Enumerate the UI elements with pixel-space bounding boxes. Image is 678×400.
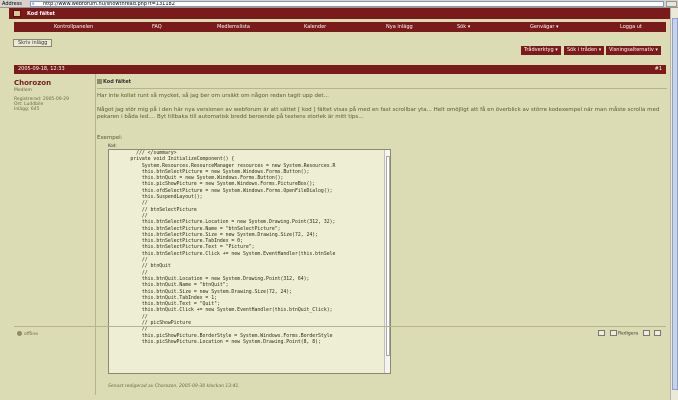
nav-shortcuts[interactable]: Genvägar ▾ bbox=[530, 24, 559, 30]
example-label: Exempel: bbox=[97, 135, 123, 141]
code-content: /// </summary> private void InitializeCo… bbox=[130, 151, 336, 345]
code-label: Kod: bbox=[108, 143, 117, 148]
author-panel: Chorozon Medlem Registrerad: 2005-09-29 … bbox=[14, 79, 94, 112]
forum-page: Kod fältet Kontrollpanelen FAQ Medlemsli… bbox=[9, 8, 670, 400]
post-divider bbox=[97, 88, 667, 89]
author-rank: Medlem bbox=[14, 88, 32, 93]
browser-address-bar: Address e http://www.webforum.nu/showthr… bbox=[0, 0, 678, 8]
code-scrollbar[interactable] bbox=[384, 150, 390, 373]
edited-note: Senast redigerad av Chorozon, 2005-09-30… bbox=[108, 384, 240, 389]
display-options-menu[interactable]: Visningsalternativ ▾ bbox=[606, 46, 661, 55]
search-thread-menu[interactable]: Sök i tråden ▾ bbox=[564, 46, 605, 55]
reply-button[interactable]: Skriv inlägg bbox=[13, 39, 53, 47]
post-number[interactable]: #1 bbox=[655, 65, 662, 73]
url-field[interactable]: e http://www.webforum.nu/showthread.php?… bbox=[30, 1, 664, 7]
edit-button[interactable]: Redigera bbox=[618, 332, 638, 337]
forum-title-bar: Kod fältet bbox=[9, 8, 670, 19]
page-title: Kod fältet bbox=[27, 11, 55, 17]
nav-search[interactable]: Sök ▾ bbox=[457, 24, 470, 30]
post-icon bbox=[97, 79, 102, 84]
edit-icon[interactable] bbox=[609, 330, 617, 336]
author-post-count: Inlägg: 645 bbox=[14, 107, 40, 112]
nav-control-panel[interactable]: Kontrollpanelen bbox=[54, 24, 93, 30]
go-button[interactable] bbox=[666, 1, 677, 7]
post-paragraph-2: Något jag stör mig på i den här nya vers… bbox=[97, 107, 660, 120]
status-text: offline bbox=[24, 332, 38, 337]
page-icon: e bbox=[32, 1, 35, 6]
forum-logo-icon bbox=[13, 10, 21, 17]
page-scrollbar[interactable] bbox=[670, 8, 678, 400]
post-header: 2005-09-18, 12:33 #1 bbox=[14, 65, 666, 74]
nav-member-list[interactable]: Medlemslista bbox=[217, 24, 250, 30]
code-block[interactable]: /// </summary> private void InitializeCo… bbox=[108, 149, 391, 374]
address-label: Address bbox=[2, 1, 22, 7]
post-date: 2005-09-18, 12:33 bbox=[18, 66, 65, 72]
nav-faq[interactable]: FAQ bbox=[152, 24, 162, 30]
post-title: Kod fältet bbox=[103, 79, 131, 85]
nav-calendar[interactable]: Kalender bbox=[304, 24, 326, 30]
author-name[interactable]: Chorozon bbox=[14, 79, 94, 87]
nav-logout[interactable]: Logga ut bbox=[620, 24, 642, 30]
post-paragraph-1: Har inte kollat runt så mycket, så jag b… bbox=[97, 93, 329, 99]
multiquote-icon[interactable] bbox=[654, 330, 661, 336]
url-text: http://www.webforum.nu/showthread.php?t=… bbox=[43, 1, 175, 7]
nav-new-posts[interactable]: Nya inlägg bbox=[386, 24, 413, 30]
post-actions: Redigera bbox=[595, 330, 661, 337]
thread-tools-menu[interactable]: Trådverktyg ▾ bbox=[521, 46, 561, 55]
main-navigation: Kontrollpanelen FAQ Medlemslista Kalende… bbox=[14, 22, 666, 32]
quote-icon[interactable] bbox=[642, 330, 650, 336]
online-status: offline bbox=[17, 331, 38, 337]
post-footer-divider bbox=[14, 326, 666, 327]
page-scrollbar-thumb[interactable] bbox=[672, 18, 678, 390]
report-icon[interactable] bbox=[598, 330, 606, 336]
post-body: Kod fältet Har inte kollat runt så mycke… bbox=[95, 74, 667, 395]
status-icon bbox=[17, 331, 22, 336]
